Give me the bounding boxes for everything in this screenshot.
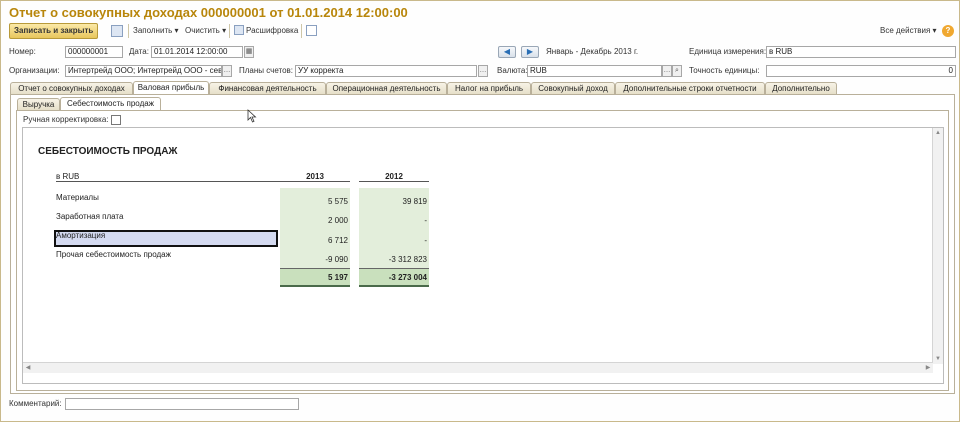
help-icon[interactable]: ? bbox=[942, 25, 954, 37]
row-value-2013[interactable]: 2 000 bbox=[280, 216, 348, 225]
row-value-2013[interactable]: 6 712 bbox=[280, 236, 348, 245]
row-value-2013[interactable]: -9 090 bbox=[280, 255, 348, 264]
fill-label: Заполнить bbox=[133, 26, 173, 35]
tab-gross-profit[interactable]: Валовая прибыль bbox=[133, 81, 209, 94]
precision-field[interactable]: 0 bbox=[766, 65, 956, 77]
decode-icon[interactable] bbox=[234, 25, 244, 35]
save-close-button[interactable]: Записать и закрыть bbox=[9, 23, 99, 39]
date-label: Дата: bbox=[129, 47, 149, 56]
select-button[interactable]: … bbox=[222, 65, 232, 77]
column-header-2012: 2012 bbox=[385, 172, 403, 181]
select-button[interactable]: … bbox=[662, 65, 672, 77]
chevron-down-icon: ▾ bbox=[174, 26, 179, 35]
save-icon[interactable] bbox=[111, 25, 123, 37]
org-field[interactable]: Интертрейд ООО; Интертрейд ООО - севе bbox=[65, 65, 222, 77]
select-button[interactable]: … bbox=[478, 65, 488, 77]
comment-field[interactable] bbox=[65, 398, 299, 410]
tab-additional[interactable]: Дополнительно bbox=[765, 82, 837, 94]
row-value-2013[interactable]: 5 575 bbox=[280, 197, 348, 206]
row-label: Прочая себестоимость продаж bbox=[56, 250, 171, 259]
row-value-2012[interactable]: 39 819 bbox=[359, 197, 427, 206]
fill-button[interactable]: Заполнить ▾ bbox=[133, 24, 179, 38]
unit-label: Единица измерения: bbox=[689, 47, 767, 56]
window-title: Отчет о совокупных доходах 000000001 от … bbox=[9, 5, 408, 20]
toolbar-separator bbox=[128, 24, 129, 38]
unit-field[interactable]: в RUB bbox=[766, 46, 956, 58]
horizontal-scrollbar[interactable]: ◀ ▶ bbox=[23, 362, 933, 373]
scroll-up-icon[interactable]: ▲ bbox=[933, 128, 943, 138]
total-underline bbox=[280, 285, 350, 287]
row-value-2012[interactable]: -3 312 823 bbox=[359, 255, 427, 264]
total-value-2012[interactable]: -3 273 004 bbox=[359, 273, 427, 282]
row-label: Заработная плата bbox=[56, 212, 124, 221]
manual-adjust-checkbox[interactable] bbox=[111, 115, 121, 125]
clear-button[interactable]: Очистить ▾ bbox=[185, 24, 226, 38]
comment-label: Комментарий: bbox=[9, 399, 62, 408]
number-label: Номер: bbox=[9, 47, 36, 56]
vertical-scrollbar[interactable]: ▲ ▼ bbox=[932, 128, 943, 364]
precision-label: Точность единицы: bbox=[689, 66, 760, 75]
next-period-button[interactable]: ▶ bbox=[521, 46, 539, 58]
manual-adjust-label: Ручная корректировка: bbox=[23, 115, 109, 124]
header-underline bbox=[359, 181, 429, 182]
accounts-field[interactable]: УУ корректа bbox=[295, 65, 477, 77]
calendar-icon[interactable]: ▦ bbox=[244, 46, 254, 58]
scroll-left-icon[interactable]: ◀ bbox=[23, 363, 33, 373]
subtab-cost-of-sales[interactable]: Себестоимость продаж bbox=[60, 97, 161, 110]
tab-financial[interactable]: Финансовая деятельность bbox=[209, 82, 326, 94]
all-actions-label: Все действия bbox=[880, 26, 931, 35]
report-title: СЕБЕСТОИМОСТЬ ПРОДАЖ bbox=[38, 146, 178, 157]
toolbar-separator bbox=[229, 24, 230, 38]
arrow-left-icon: ◀ bbox=[503, 47, 511, 56]
currency-label: Валюта: bbox=[497, 66, 528, 75]
org-label: Организации: bbox=[9, 66, 60, 75]
subtab-revenue[interactable]: Выручка bbox=[17, 98, 60, 110]
header-underline bbox=[56, 181, 350, 182]
all-actions-menu[interactable]: Все действия ▾ bbox=[880, 24, 937, 38]
date-field[interactable]: 01.01.2014 12:00:00 bbox=[151, 46, 243, 58]
prev-period-button[interactable]: ◀ bbox=[498, 46, 516, 58]
scroll-right-icon[interactable]: ▶ bbox=[923, 363, 933, 373]
row-value-2012[interactable]: - bbox=[359, 236, 427, 245]
tab-total-income[interactable]: Совокупный доход bbox=[531, 82, 615, 94]
table-icon[interactable] bbox=[306, 25, 317, 36]
scroll-down-icon[interactable]: ▼ bbox=[933, 354, 943, 364]
currency-field[interactable]: RUB bbox=[527, 65, 662, 77]
accounts-label: Планы счетов: bbox=[239, 66, 294, 75]
row-label: Амортизация bbox=[56, 231, 106, 240]
tab-income-report[interactable]: Отчет о совокупных доходах bbox=[10, 82, 133, 94]
unit-caption: в RUB bbox=[56, 172, 80, 181]
row-value-2012[interactable]: - bbox=[359, 216, 427, 225]
number-field[interactable]: 000000001 bbox=[65, 46, 123, 58]
row-label: Материалы bbox=[56, 193, 99, 202]
decode-button[interactable]: Расшифровка bbox=[246, 24, 298, 38]
column-header-2013: 2013 bbox=[306, 172, 324, 181]
tab-profit-tax[interactable]: Налог на прибыль bbox=[447, 82, 531, 94]
arrow-right-icon: ▶ bbox=[526, 47, 534, 56]
tab-operating[interactable]: Операционная деятельность bbox=[326, 82, 447, 94]
toolbar-separator bbox=[301, 24, 302, 38]
chevron-down-icon: ▾ bbox=[222, 26, 227, 35]
total-underline bbox=[359, 285, 429, 287]
tab-extra-rows[interactable]: Дополнительные строки отчетности bbox=[615, 82, 765, 94]
clear-label: Очистить bbox=[185, 26, 220, 35]
search-icon[interactable]: ⌕ bbox=[672, 65, 682, 77]
period-text: Январь - Декабрь 2013 г. bbox=[546, 47, 639, 56]
report-window: Отчет о совокупных доходах 000000001 от … bbox=[0, 0, 960, 422]
mouse-cursor-icon bbox=[247, 109, 257, 123]
total-value-2013[interactable]: 5 197 bbox=[280, 273, 348, 282]
chevron-down-icon: ▾ bbox=[932, 26, 937, 35]
